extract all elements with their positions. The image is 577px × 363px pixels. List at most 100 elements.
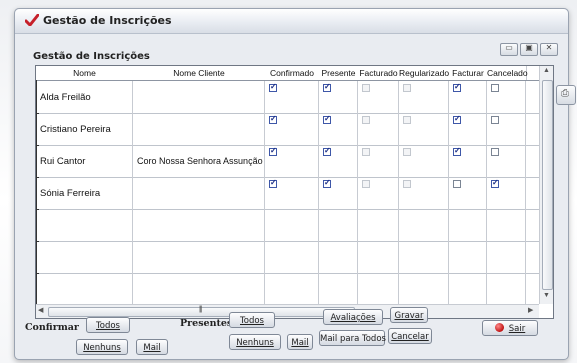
checkbox-presente[interactable] <box>323 114 331 124</box>
checkbox-regularizado[interactable] <box>403 116 411 124</box>
cell-presente[interactable] <box>319 177 358 209</box>
cell-facturado[interactable] <box>358 81 399 113</box>
minimize-button[interactable]: ▭ <box>500 43 518 56</box>
checkbox-presente[interactable] <box>323 146 331 156</box>
checkbox-cancelado[interactable] <box>491 116 499 124</box>
checkbox-facturado[interactable] <box>362 148 370 156</box>
sair-button[interactable]: Sair <box>482 320 538 336</box>
cell-regularizado[interactable] <box>399 273 449 305</box>
checkbox-regularizado[interactable] <box>403 180 411 188</box>
empty-table-row[interactable] <box>36 241 539 274</box>
cell-facturado[interactable] <box>358 177 399 209</box>
empty-table-row[interactable] <box>36 273 539 306</box>
cell-presente[interactable] <box>319 113 358 145</box>
cell-regularizado[interactable] <box>399 177 449 209</box>
cell-facturado[interactable] <box>358 209 399 241</box>
checkbox-confirmado[interactable] <box>269 114 277 124</box>
avaliacoes-button[interactable]: Avaliações <box>323 309 383 325</box>
checkbox-facturar[interactable] <box>453 180 461 188</box>
scroll-right-icon[interactable]: ▶ <box>528 306 533 314</box>
cell-facturar[interactable] <box>449 113 487 145</box>
cell-regularizado[interactable] <box>399 241 449 273</box>
cell-facturar[interactable] <box>449 209 487 241</box>
column-header-nome[interactable]: Nome <box>36 66 134 80</box>
horizontal-scroll-thumb[interactable]: ||| <box>48 306 355 317</box>
cell-presente[interactable] <box>319 145 358 177</box>
cell-cancelado[interactable] <box>487 113 526 145</box>
column-header-cliente[interactable]: Nome Cliente <box>133 66 266 80</box>
cell-facturar[interactable] <box>449 273 487 305</box>
checkbox-confirmado[interactable] <box>269 178 277 188</box>
cell-facturado[interactable] <box>358 113 399 145</box>
cell-regularizado[interactable] <box>399 209 449 241</box>
table-row[interactable]: Cristiano Pereira <box>36 113 539 146</box>
cancelar-button[interactable]: Cancelar <box>388 328 432 344</box>
presentes-nenhuns-button[interactable]: Nenhuns <box>229 334 281 350</box>
restore-button[interactable]: ▣ <box>520 43 538 56</box>
column-header-confirmado[interactable]: Confirmado <box>265 66 320 80</box>
cell-facturar[interactable] <box>449 241 487 273</box>
checkbox-facturado[interactable] <box>362 180 370 188</box>
vertical-scroll-thumb[interactable] <box>542 80 553 290</box>
scroll-down-icon[interactable]: ▼ <box>543 292 550 299</box>
cell-regularizado[interactable] <box>399 113 449 145</box>
gravar-button[interactable]: Gravar <box>390 307 428 323</box>
cell-facturado[interactable] <box>358 145 399 177</box>
mail-para-todos-button[interactable]: Mail para Todos <box>319 330 386 346</box>
cell-facturar[interactable] <box>449 177 487 209</box>
cell-confirmado[interactable] <box>265 209 319 241</box>
cell-cancelado[interactable] <box>487 81 526 113</box>
cell-cancelado[interactable] <box>487 241 526 273</box>
cell-presente[interactable] <box>319 241 358 273</box>
checkbox-facturado[interactable] <box>362 116 370 124</box>
checkbox-facturar[interactable] <box>453 114 461 124</box>
checkbox-facturar[interactable] <box>453 146 461 156</box>
cell-cancelado[interactable] <box>487 177 526 209</box>
vertical-scrollbar[interactable]: ▲ ▼ <box>539 66 553 304</box>
column-header-facturar[interactable]: Facturar <box>449 66 488 80</box>
checkbox-facturado[interactable] <box>362 84 370 92</box>
checkbox-cancelado[interactable] <box>491 178 499 188</box>
cell-cancelado[interactable] <box>487 145 526 177</box>
cell-facturar[interactable] <box>449 81 487 113</box>
mail-button[interactable]: Mail <box>136 339 168 355</box>
checkbox-confirmado[interactable] <box>269 146 277 156</box>
table-row[interactable]: Alda Freilão <box>36 81 539 114</box>
presentes-todos-button[interactable]: Todos <box>229 312 275 328</box>
scroll-up-icon[interactable]: ▲ <box>543 67 550 74</box>
registrations-grid[interactable]: Nome Nome Cliente Confirmado Presente Factur… <box>35 65 554 319</box>
cell-confirmado[interactable] <box>265 81 319 113</box>
confirmar-todos-button[interactable]: Todos <box>86 317 130 333</box>
column-header-facturado[interactable]: Facturado <box>358 66 400 80</box>
cell-facturado[interactable] <box>358 273 399 305</box>
cell-regularizado[interactable] <box>399 145 449 177</box>
cell-presente[interactable] <box>319 273 358 305</box>
confirmar-nenhuns-button[interactable]: Nenhuns <box>76 339 128 355</box>
checkbox-cancelado[interactable] <box>491 84 499 92</box>
column-header-presente[interactable]: Presente <box>319 66 359 80</box>
checkbox-cancelado[interactable] <box>491 148 499 156</box>
checkbox-facturar[interactable] <box>453 82 461 92</box>
cell-confirmado[interactable] <box>265 145 319 177</box>
cell-facturado[interactable] <box>358 241 399 273</box>
empty-table-row[interactable] <box>36 209 539 242</box>
checkbox-presente[interactable] <box>323 178 331 188</box>
cell-confirmado[interactable] <box>265 241 319 273</box>
checkbox-confirmado[interactable] <box>269 82 277 92</box>
presentes-mail-button[interactable]: Mail <box>287 334 313 350</box>
cell-presente[interactable] <box>319 209 358 241</box>
checkbox-regularizado[interactable] <box>403 84 411 92</box>
checkbox-presente[interactable] <box>323 82 331 92</box>
cell-confirmado[interactable] <box>265 177 319 209</box>
cell-presente[interactable] <box>319 81 358 113</box>
cell-cancelado[interactable] <box>487 209 526 241</box>
print-button[interactable]: ⎙ <box>556 85 576 105</box>
table-row[interactable]: Rui Cantor Coro Nossa Senhora Assunção <box>36 145 539 178</box>
cell-cancelado[interactable] <box>487 273 526 305</box>
checkbox-regularizado[interactable] <box>403 148 411 156</box>
column-header-regularizado[interactable]: Regularizado <box>399 66 450 80</box>
cell-confirmado[interactable] <box>265 113 319 145</box>
cell-confirmado[interactable] <box>265 273 319 305</box>
table-row[interactable]: Sónia Ferreira <box>36 177 539 210</box>
close-button[interactable]: ✕ <box>540 43 558 56</box>
